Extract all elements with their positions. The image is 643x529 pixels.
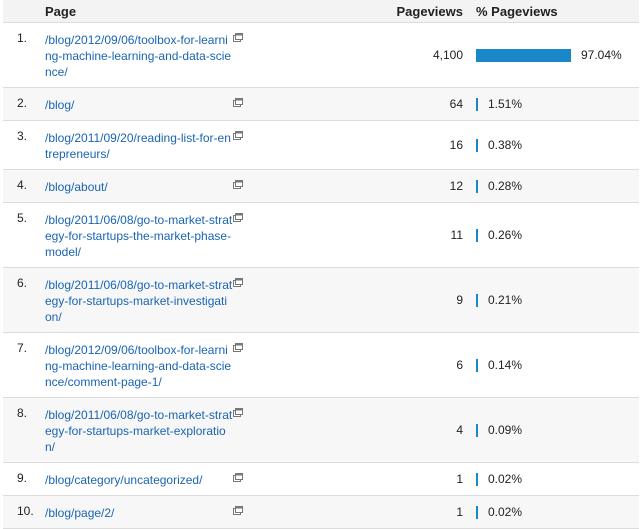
page-link[interactable]: /blog/page/2/ [45,505,233,521]
header-pct-pageviews[interactable]: % Pageviews [476,4,558,19]
table-row: 1. /blog/2012/09/06/toolbox-for-learning-… [3,23,639,88]
open-in-new-window-icon[interactable] [233,408,243,417]
page-link[interactable]: /blog/2011/06/08/go-to-market-strategy-f… [45,277,233,325]
pct-pageviews-value: 0.26% [488,228,523,242]
open-in-new-window-icon[interactable] [233,213,243,222]
page-link[interactable]: /blog/about/ [45,179,233,195]
open-in-new-window-icon[interactable] [233,33,243,42]
page-link[interactable]: /blog/category/uncategorized/ [45,472,233,488]
pct-pageviews-value: 0.28% [488,179,523,193]
pageviews-value: 6 [456,358,463,372]
table-row: 9. /blog/category/uncategorized/1 0.02% [3,463,639,496]
header-page[interactable]: Page [45,4,76,19]
table-row: 7. /blog/2012/09/06/toolbox-for-learning-… [3,333,639,398]
open-in-new-window-icon[interactable] [233,473,243,482]
pct-pageviews-value: 1.51% [488,97,523,111]
open-in-new-window-icon[interactable] [233,506,243,515]
pageviews-share-bar [476,49,571,62]
row-number: 3. [17,129,28,143]
pct-pageviews-value: 0.02% [488,505,523,519]
row-number: 9. [17,471,28,485]
row-number: 1. [17,31,28,45]
pageviews-share-bar [476,424,478,437]
row-number: 6. [17,276,28,290]
pageviews-value: 11 [450,228,463,242]
page-link[interactable]: /blog/2012/09/06/toolbox-for-learning-ma… [45,32,233,80]
row-number: 5. [17,211,28,225]
table-row: 4. /blog/about/12 0.28% [3,170,639,203]
page-link[interactable]: /blog/ [45,97,233,113]
pageviews-share-bar [476,473,478,486]
page-link[interactable]: /blog/2012/09/06/toolbox-for-learning-ma… [45,342,233,390]
table-row: 2. /blog/64 1.51% [3,88,639,121]
table-row: 6. /blog/2011/06/08/go-to-market-strategy… [3,268,639,333]
pageviews-share-bar [476,506,478,519]
row-number: 4. [17,178,28,192]
pageviews-share-bar [476,229,478,242]
row-number: 10. [17,504,34,518]
pct-pageviews-value: 0.38% [488,138,523,152]
pageviews-value: 4 [456,423,463,437]
table-body: 1. /blog/2012/09/06/toolbox-for-learning-… [3,23,639,529]
open-in-new-window-icon[interactable] [233,131,243,140]
pages-table: Page Pageviews % Pageviews 1. /blog/2012/… [3,0,639,529]
pageviews-value: 1 [456,505,463,519]
pageviews-value: 9 [456,293,463,307]
page-link[interactable]: /blog/2011/06/08/go-to-market-strategy-f… [45,407,233,455]
row-number: 7. [17,341,28,355]
pageviews-value: 1 [456,472,463,486]
table-row: 10. /blog/page/2/1 0.02% [3,496,639,529]
pageviews-value: 12 [449,179,463,193]
table-header: Page Pageviews % Pageviews [3,0,639,23]
open-in-new-window-icon[interactable] [233,343,243,352]
pageviews-value: 4,100 [432,48,463,62]
row-number: 2. [17,96,28,110]
pageviews-value: 16 [449,138,463,152]
pageviews-share-bar [476,98,478,111]
pageviews-share-bar [476,139,478,152]
pageviews-value: 64 [449,97,463,111]
pct-pageviews-value: 0.02% [488,472,523,486]
pct-pageviews-value: 0.21% [488,293,523,307]
pageviews-share-bar [476,180,478,193]
table-row: 3. /blog/2011/09/20/reading-list-for-entr… [3,121,639,170]
pageviews-share-bar [476,359,478,372]
open-in-new-window-icon[interactable] [233,98,243,107]
open-in-new-window-icon[interactable] [233,278,243,287]
table-row: 5. /blog/2011/06/08/go-to-market-strategy… [3,203,639,268]
row-number: 8. [17,406,28,420]
pageviews-share-bar [476,294,478,307]
pct-pageviews-value: 97.04% [581,48,622,62]
page-link[interactable]: /blog/2011/06/08/go-to-market-strategy-f… [45,212,233,260]
header-pageviews[interactable]: Pageviews [397,4,464,19]
pct-pageviews-value: 0.09% [488,423,523,437]
page-link[interactable]: /blog/2011/09/20/reading-list-for-entrep… [45,130,233,162]
open-in-new-window-icon[interactable] [233,180,243,189]
table-row: 8. /blog/2011/06/08/go-to-market-strategy… [3,398,639,463]
pct-pageviews-value: 0.14% [488,358,523,372]
